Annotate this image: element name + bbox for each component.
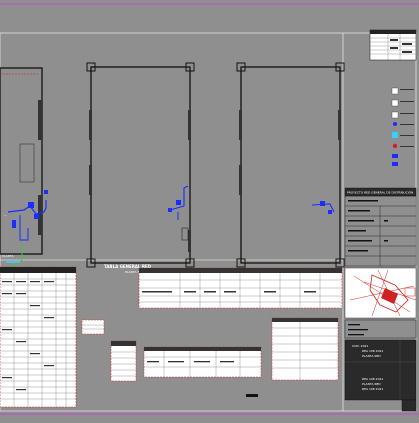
project-sheet-value: PLANTA RED	[362, 354, 381, 358]
project-code-value: REA 108 2021	[362, 349, 383, 353]
data-table-4[interactable]	[110, 340, 137, 382]
svg-text:—: —	[4, 213, 7, 217]
project-code-label: COD. 2021	[352, 344, 368, 348]
data-table-1[interactable]	[0, 266, 77, 408]
data-table-6[interactable]	[271, 317, 339, 381]
legend-table[interactable]	[369, 29, 417, 61]
cad-sheet: — PLANTA PLANTA BAJA PISO TABLA GENERAL …	[0, 0, 419, 419]
data-table-3[interactable]	[138, 267, 343, 309]
signature-block-1	[344, 319, 417, 339]
project-code-value-3: REA 108 2021	[362, 387, 383, 391]
cad-drawing-viewport[interactable]: — PLANTA PLANTA BAJA PISO TABLA GENERAL …	[0, 0, 419, 419]
scale-bar	[246, 394, 258, 397]
project-data-block: COD. 2021 REA 108 2021 PLANTA RED REA 10…	[344, 339, 417, 401]
project-code-value-2: REA 108 2021	[362, 377, 383, 381]
data-table-5[interactable]	[143, 346, 262, 378]
project-sheet-value-2: PLANTA RED	[362, 382, 381, 386]
title-block-header: PROYECTO RED GENERAL DE DISTRIBUCION	[347, 191, 413, 195]
data-table-2[interactable]	[81, 319, 105, 335]
sheet-number-block	[401, 399, 417, 412]
plan-1-label: PLANTA	[2, 254, 14, 258]
location-map[interactable]	[344, 267, 417, 319]
